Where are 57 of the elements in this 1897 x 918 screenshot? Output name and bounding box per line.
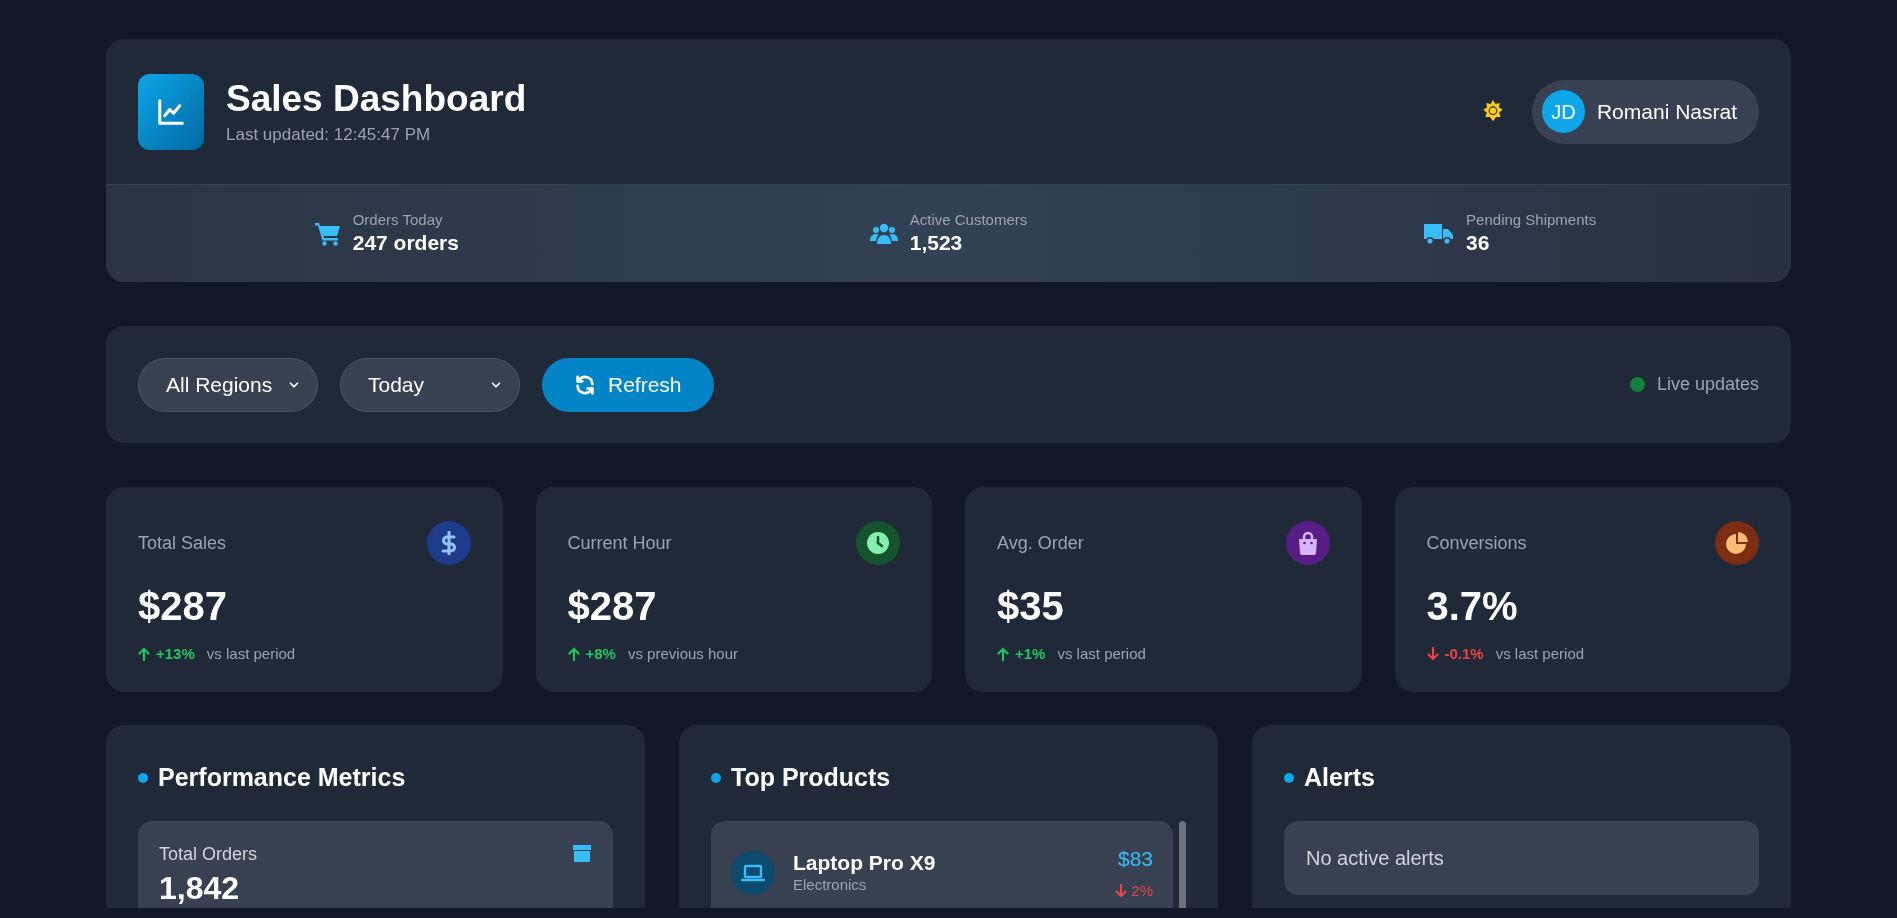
last-updated-text: Last updated: 12:45:47 PM (226, 123, 432, 146)
summary-label: Pending Shipments (1466, 211, 1597, 230)
bullet-icon (138, 772, 148, 783)
bullet-icon (711, 772, 721, 783)
summary-label: Active Customers (909, 211, 1028, 230)
users-icon (869, 222, 898, 245)
clock-icon (856, 521, 900, 565)
chart-logo-icon (138, 73, 204, 150)
scrollbar[interactable] (1179, 820, 1186, 908)
panel-title: Top Products (731, 762, 891, 793)
refresh-icon (574, 373, 596, 396)
panel-title: Performance Metrics (158, 762, 406, 793)
change-value: +1% (1015, 644, 1046, 664)
comparison-note: vs last period (1495, 644, 1585, 664)
live-updates-label: Live updates (1656, 373, 1759, 396)
stat-value: $287 (567, 583, 658, 630)
stat-value: 3.7% (1426, 583, 1519, 630)
bullet-icon (1284, 772, 1294, 783)
stat-value: $35 (997, 583, 1065, 630)
user-avatar: JD (1541, 90, 1585, 133)
metric-value: 1,842 (159, 868, 241, 908)
truck-icon (1424, 221, 1455, 246)
comparison-note: vs last period (1057, 644, 1146, 664)
cart-icon (314, 221, 341, 246)
pie-chart-icon (1715, 521, 1759, 565)
stat-label: Current Hour (567, 531, 672, 555)
dropdown[interactable]: Today (340, 357, 520, 412)
stat-label: Total Sales (138, 531, 227, 555)
user-name: Romani Nasrat (1596, 98, 1737, 125)
laptop-icon (731, 850, 775, 895)
stat-value: $287 (138, 583, 228, 630)
summary-value: 36 (1466, 229, 1491, 256)
stat-label: Avg. Order (997, 531, 1084, 555)
shopping-bag-icon (1285, 521, 1330, 565)
metric-label: Total Orders (159, 842, 258, 866)
refresh-button[interactable]: Refresh (542, 357, 714, 412)
change-value: 2% (1131, 881, 1153, 901)
summary-label: Orders Today (352, 211, 444, 230)
product-price: $83 (1117, 845, 1153, 872)
product-name: Laptop Pro X9 (793, 850, 936, 876)
page-title: Sales Dashboard (226, 76, 527, 121)
dropdown[interactable]: All Regions (138, 357, 318, 412)
product-item[interactable]: Laptop Pro X9 Electronics $83 2% (711, 820, 1173, 908)
user-menu[interactable]: JD Romani Nasrat (1531, 79, 1759, 144)
comparison-note: vs previous hour (627, 644, 738, 664)
change-value: +13% (156, 644, 195, 664)
summary-value: 1,523 (909, 229, 964, 256)
comparison-note: vs last period (206, 644, 296, 664)
summary-value: 247 orders (352, 229, 459, 256)
change-value: -0.1% (1444, 644, 1484, 664)
dollar-icon (426, 521, 471, 565)
empty-alerts-message: No active alerts (1284, 820, 1759, 895)
product-category: Electronics (793, 876, 868, 895)
panel-title: Alerts (1304, 762, 1375, 793)
change-value: +8% (585, 644, 616, 664)
box-icon (572, 842, 592, 863)
stat-label: Conversions (1426, 531, 1527, 555)
